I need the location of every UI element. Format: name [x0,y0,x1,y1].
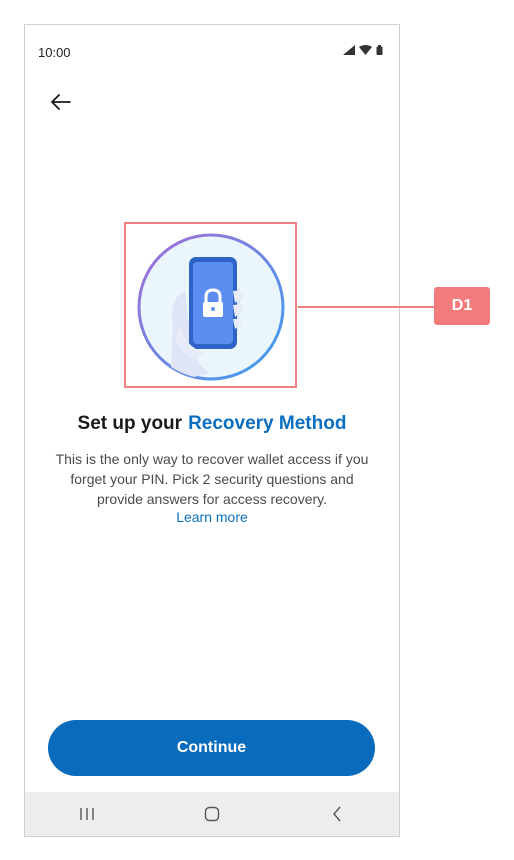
phone-frame: 10:00 Set up your Recovery Method This i… [24,24,400,837]
annotation-badge: D1 [434,287,490,325]
battery-icon [376,45,383,55]
continue-button[interactable]: Continue [48,720,375,776]
home-icon [204,806,220,822]
annotation-connector-line [298,306,434,308]
status-bar: 10:00 [25,25,399,79]
nav-recents-button[interactable] [57,792,117,836]
arrow-left-icon [51,94,71,110]
status-time: 10:00 [38,45,71,60]
status-icons [343,45,383,55]
recents-icon [80,808,95,820]
system-nav-bar [25,792,399,836]
title-prefix: Set up your [77,413,183,434]
back-icon [332,806,341,822]
nav-home-button[interactable] [182,792,242,836]
signal-icon [343,45,355,55]
illustration-highlight-box [124,222,297,388]
description-text: This is the only way to recover wallet a… [55,451,369,507]
nav-back-button[interactable] [307,792,367,836]
back-button[interactable] [47,88,75,116]
page-title: Set up your Recovery Method [25,413,399,435]
wifi-icon [359,45,372,55]
title-accent: Recovery Method [188,413,347,434]
phone-lock-icon [137,233,285,381]
learn-more-link[interactable]: Learn more [25,509,399,525]
